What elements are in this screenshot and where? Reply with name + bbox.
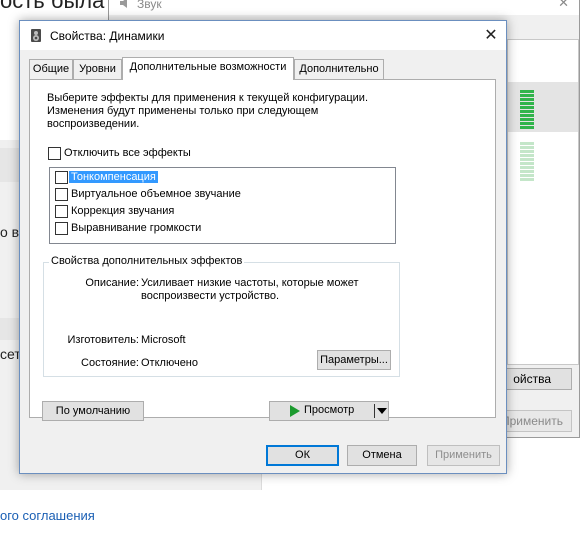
- effects-list[interactable]: Тонкомпенсация Виртуальное объемное звуч…: [49, 167, 396, 244]
- meter-segment: [520, 154, 534, 157]
- selected-device-row[interactable]: [508, 82, 578, 132]
- meter-segment: [520, 150, 534, 153]
- speaker-properties-dialog: Свойства: Динамики ✕ Общие Уровни Дополн…: [19, 20, 507, 474]
- effects-description: Выберите эффекты для применения к текуще…: [47, 92, 369, 130]
- effect-label[interactable]: Коррекция звучания: [71, 205, 174, 217]
- meter-segment: [520, 126, 534, 129]
- effect-label[interactable]: Выравнивание громкости: [71, 222, 201, 234]
- tab-enhancements[interactable]: Дополнительные возможности: [122, 57, 294, 80]
- meter-segment: [520, 166, 534, 169]
- sound-apply-button[interactable]: Применить: [500, 410, 572, 432]
- background-heading: ость была с: [0, 0, 122, 13]
- effect-checkbox[interactable]: [55, 171, 68, 184]
- meter-segment: [520, 174, 534, 177]
- status-value: Отключено: [141, 357, 198, 369]
- speaker-device-icon: [31, 29, 41, 42]
- meter-segment: [520, 158, 534, 161]
- preview-button[interactable]: Просмотр: [269, 401, 389, 421]
- effect-properties-legend: Свойства дополнительных эффектов: [49, 255, 245, 267]
- meter-segment: [520, 162, 534, 165]
- volume-meter-inactive: [520, 142, 534, 182]
- meter-segment: [520, 90, 534, 93]
- tab-levels[interactable]: Уровни: [73, 59, 122, 79]
- effect-item-room-correction[interactable]: Коррекция звучания: [50, 203, 395, 220]
- dialog-title: Свойства: Динамики: [50, 29, 165, 43]
- sound-window-title: Звук: [137, 0, 162, 11]
- dialog-titlebar: Свойства: Динамики ✕: [20, 21, 506, 50]
- effect-item-loudness-equalization[interactable]: Выравнивание громкости: [50, 220, 395, 237]
- effect-checkbox[interactable]: [55, 205, 68, 218]
- apply-button[interactable]: Применить: [427, 445, 500, 466]
- tab-general[interactable]: Общие: [29, 59, 73, 79]
- background-text: о в: [0, 224, 20, 240]
- preview-label: Просмотр: [304, 404, 355, 416]
- effect-checkbox[interactable]: [55, 188, 68, 201]
- meter-segment: [520, 122, 534, 125]
- cancel-button[interactable]: Отмена: [347, 445, 417, 466]
- description-label: Описание:: [85, 277, 139, 289]
- status-label: Состояние:: [81, 357, 139, 369]
- sound-window-titlebar: Звук ✕: [109, 0, 579, 15]
- tab-advanced[interactable]: Дополнительно: [294, 59, 384, 79]
- play-icon: [290, 405, 300, 417]
- chevron-down-icon: [377, 408, 387, 414]
- effect-label[interactable]: Виртуальное объемное звучание: [71, 188, 241, 200]
- effect-checkbox[interactable]: [55, 222, 68, 235]
- preview-dropdown[interactable]: [375, 402, 388, 420]
- meter-segment: [520, 106, 534, 109]
- meter-segment: [520, 146, 534, 149]
- meter-segment: [520, 114, 534, 117]
- effect-label[interactable]: Тонкомпенсация: [69, 171, 158, 183]
- meter-segment: [520, 142, 534, 145]
- speaker-icon: [120, 0, 127, 8]
- meter-segment: [520, 102, 534, 105]
- playback-devices-list[interactable]: [507, 39, 579, 365]
- effect-properties-group: Свойства дополнительных эффектов Описани…: [43, 255, 400, 377]
- settings-button[interactable]: Параметры...: [317, 350, 391, 370]
- ok-button[interactable]: ОК: [266, 445, 339, 466]
- meter-segment: [520, 170, 534, 173]
- disable-all-effects-label[interactable]: Отключить все эффекты: [64, 147, 191, 159]
- preview-main-button[interactable]: Просмотр: [270, 402, 374, 420]
- meter-segment: [520, 98, 534, 101]
- meter-segment: [520, 178, 534, 181]
- license-agreement-link[interactable]: ого соглашения: [0, 508, 95, 523]
- effect-item-virtual-surround[interactable]: Виртуальное объемное звучание: [50, 186, 395, 203]
- volume-meter-active: [520, 90, 534, 130]
- enhancements-panel: Выберите эффекты для применения к текуще…: [29, 79, 496, 418]
- effect-item-loudness[interactable]: Тонкомпенсация: [50, 169, 395, 186]
- meter-segment: [520, 118, 534, 121]
- close-icon[interactable]: ✕: [558, 0, 569, 11]
- meter-segment: [520, 110, 534, 113]
- sound-properties-button[interactable]: ойства: [498, 368, 572, 390]
- background-text: сет: [0, 346, 21, 362]
- manufacturer-label: Изготовитель:: [67, 334, 140, 346]
- description-value: Усиливает низкие частоты, которые может …: [141, 277, 359, 302]
- close-icon[interactable]: ✕: [476, 21, 506, 50]
- disable-all-effects-checkbox[interactable]: [48, 147, 61, 160]
- restore-defaults-button[interactable]: По умолчанию: [42, 401, 144, 421]
- meter-segment: [520, 94, 534, 97]
- manufacturer-value: Microsoft: [141, 334, 186, 346]
